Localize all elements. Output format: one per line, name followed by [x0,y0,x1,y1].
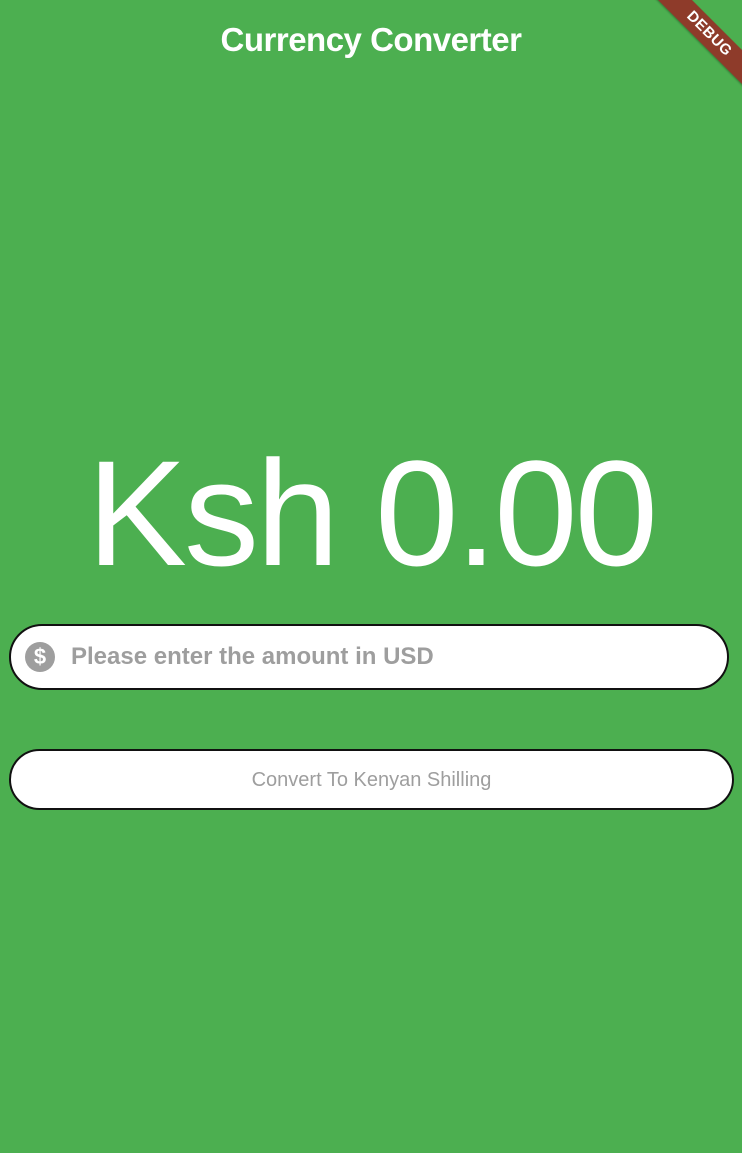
convert-button[interactable]: Convert To Kenyan Shilling [9,749,734,810]
dollar-circle-icon: $ [25,642,55,672]
usd-amount-field[interactable]: $ [9,624,729,690]
debug-banner-label: DEBUG [654,0,742,89]
app-title: Currency Converter [220,21,522,58]
debug-banner: DEBUG [632,0,742,110]
converted-amount: Ksh 0.00 [86,429,658,597]
usd-amount-input[interactable] [71,637,727,677]
